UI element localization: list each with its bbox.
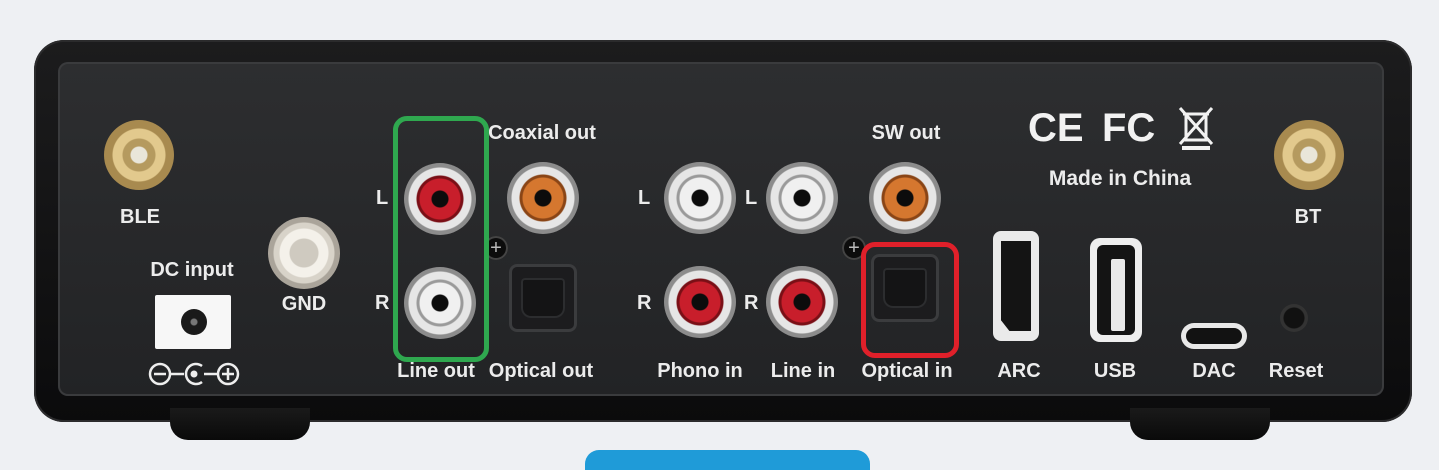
line-out-highlight-box — [393, 116, 489, 362]
bottom-blue-button[interactable] — [585, 450, 870, 470]
optical-out-port — [509, 264, 577, 332]
sw-out-rca-jack — [869, 162, 941, 234]
line-out-r-label: R — [375, 292, 390, 314]
dc-input-jack — [155, 295, 231, 349]
usb-c-dac-port — [1181, 323, 1247, 349]
phono-in-l-rca-jack — [664, 162, 736, 234]
coaxial-out-label: Coaxial out — [488, 122, 596, 144]
phono-r-label: R — [637, 292, 652, 314]
weee-bin-icon — [1178, 107, 1214, 150]
phono-in-r-rca-jack — [664, 266, 736, 338]
line-in-r-label: R — [744, 292, 759, 314]
line-in-label: Line in — [770, 360, 836, 382]
arc-label: ARC — [997, 360, 1041, 382]
ble-label: BLE — [120, 206, 160, 228]
ce-mark: CE — [1028, 106, 1084, 150]
usb-label: USB — [1093, 360, 1137, 382]
dc-input-label: DC input — [150, 259, 234, 281]
line-out-l-label: L — [376, 187, 389, 209]
bt-label: BT — [1294, 206, 1322, 228]
optical-out-label: Optical out — [488, 360, 594, 382]
gnd-terminal — [268, 217, 340, 289]
optical-in-label: Optical in — [861, 360, 953, 382]
dac-label: DAC — [1192, 360, 1236, 382]
usb-port — [1090, 238, 1142, 342]
coaxial-out-rca-jack — [507, 162, 579, 234]
line-out-label: Line out — [397, 360, 475, 382]
phono-in-label: Phono in — [657, 360, 743, 382]
reset-label: Reset — [1268, 360, 1324, 382]
optical-in-highlight-box — [861, 242, 959, 358]
device-foot-right — [1130, 408, 1270, 440]
line-in-l-rca-jack — [766, 162, 838, 234]
bt-antenna-connector — [1274, 120, 1344, 190]
hdmi-arc-port — [993, 231, 1039, 341]
line-in-l-label: L — [745, 187, 758, 209]
device-foot-left — [170, 408, 310, 440]
made-in-label: Made in China — [1048, 167, 1192, 190]
polarity-symbol-icon — [148, 362, 240, 386]
ble-antenna-connector — [104, 120, 174, 190]
line-in-r-rca-jack — [766, 266, 838, 338]
fc-mark: FC — [1102, 106, 1156, 150]
gnd-label: GND — [281, 293, 327, 315]
phono-l-label: L — [638, 187, 651, 209]
sw-out-label: SW out — [871, 122, 941, 144]
reset-button[interactable] — [1280, 304, 1308, 332]
